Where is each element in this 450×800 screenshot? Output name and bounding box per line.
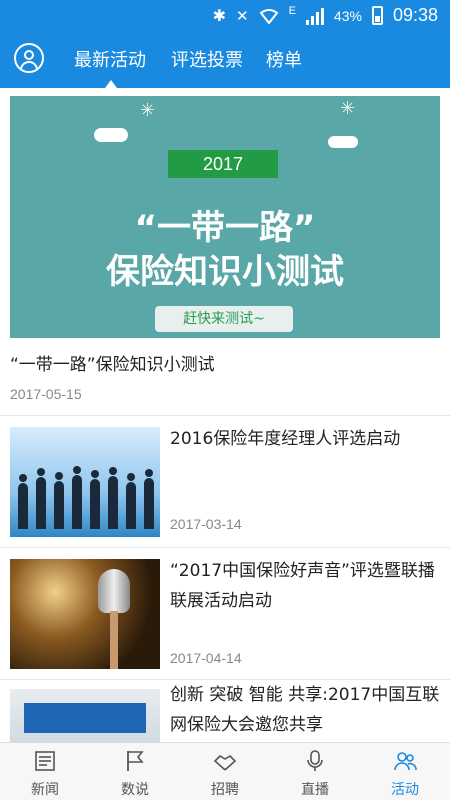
list-item[interactable]: “2017中国保险好声音”评选暨联播联展活动启动 2017-04-14 <box>0 548 450 680</box>
bottom-nav-news[interactable]: 新闻 <box>0 743 90 800</box>
news-thumbnail <box>10 689 160 742</box>
bottom-nav-label: 数说 <box>121 782 149 798</box>
list-item[interactable]: 2016保险年度经理人评选启动 2017-03-14 <box>0 416 450 548</box>
mute-icon: ✕ <box>236 6 249 25</box>
bottom-nav-label: 招聘 <box>211 782 239 798</box>
bottom-nav-activities[interactable]: 活动 <box>360 743 450 800</box>
activity-feed[interactable]: ✳ ✳ 2017 “一带一路” 保险知识小测试 赶快来测试~ “一带一路”保险知… <box>0 88 450 742</box>
featured-activity[interactable]: ✳ ✳ 2017 “一带一路” 保险知识小测试 赶快来测试~ “一带一路”保险知… <box>0 88 450 416</box>
user-avatar-icon[interactable] <box>14 43 44 73</box>
sparkle-decoration: ✳ <box>140 100 156 121</box>
news-title[interactable]: 创新 突破 智能 共享:2017中国互联网保险大会邀您共享 <box>170 680 442 740</box>
banner-title-line2: 保险知识小测试 <box>106 252 344 292</box>
bottom-nav-label: 直播 <box>301 782 329 798</box>
network-type: E <box>288 5 296 17</box>
list-item[interactable]: 创新 突破 智能 共享:2017中国互联网保险大会邀您共享 <box>0 680 450 742</box>
signal-icon <box>305 7 324 25</box>
bluetooth-icon: ✱ <box>212 6 226 25</box>
featured-date: 2017-05-15 <box>10 386 82 402</box>
bottom-nav: 新闻 数说 招聘 直播 活动 <box>0 742 450 800</box>
year-ribbon: 2017 <box>156 150 290 178</box>
news-thumbnail <box>10 427 160 537</box>
bottom-nav-recruit[interactable]: 招聘 <box>180 743 270 800</box>
wifi-icon <box>259 8 278 24</box>
tab-latest-activities[interactable]: 最新活动 <box>74 46 146 72</box>
bottom-nav-label: 新闻 <box>31 782 59 798</box>
cloud-decoration <box>94 128 128 142</box>
news-date: 2017-04-14 <box>170 650 242 666</box>
news-thumbnail <box>10 559 160 669</box>
status-bar: ✱ ✕ E 43% 09:38 <box>0 0 450 32</box>
banner-title-line1: “一带一路” <box>134 208 316 248</box>
featured-banner[interactable]: ✳ ✳ 2017 “一带一路” 保险知识小测试 赶快来测试~ <box>10 96 440 338</box>
news-title[interactable]: 2016保险年度经理人评选启动 <box>170 424 442 454</box>
newspaper-icon <box>35 751 55 771</box>
flag-icon <box>127 751 144 771</box>
banner-cta: 赶快来测试~ <box>155 306 293 332</box>
battery-percent: 43% <box>333 7 362 24</box>
bottom-nav-data[interactable]: 数说 <box>90 743 180 800</box>
top-nav: 最新活动 评选投票 榜单 <box>0 32 450 88</box>
bottom-nav-label: 活动 <box>391 782 419 798</box>
people-icon <box>394 752 417 771</box>
news-date: 2017-03-14 <box>170 516 242 532</box>
battery-icon <box>371 6 383 25</box>
tab-voting[interactable]: 评选投票 <box>171 46 243 72</box>
handshake-icon <box>213 754 237 771</box>
tab-rankings[interactable]: 榜单 <box>266 46 302 72</box>
cloud-decoration <box>328 136 358 148</box>
clock: 09:38 <box>392 5 438 25</box>
active-tab-indicator <box>105 80 117 88</box>
microphone-icon <box>307 750 323 771</box>
sparkle-decoration: ✳ <box>340 98 356 119</box>
featured-title[interactable]: “一带一路”保险知识小测试 <box>10 350 215 375</box>
news-title[interactable]: “2017中国保险好声音”评选暨联播联展活动启动 <box>170 556 442 616</box>
bottom-nav-live[interactable]: 直播 <box>270 743 360 800</box>
